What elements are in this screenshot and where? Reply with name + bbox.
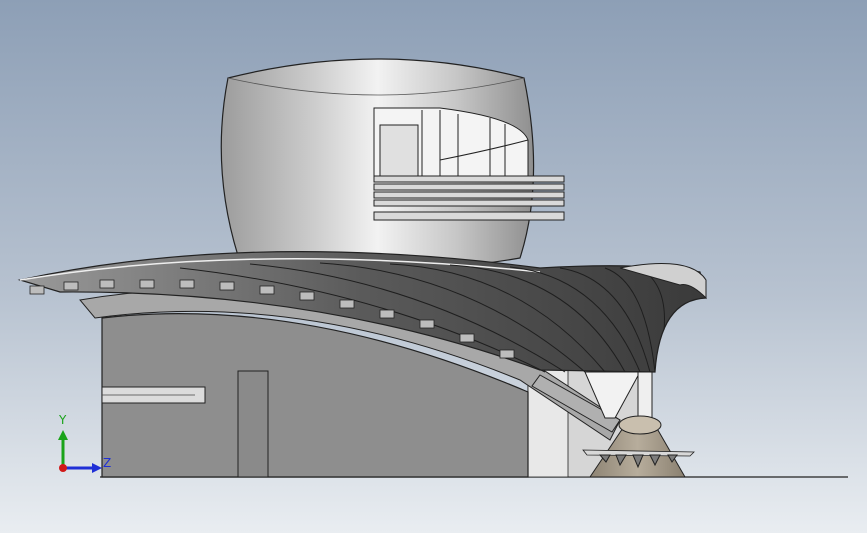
door <box>237 370 269 478</box>
model-render <box>0 0 867 533</box>
z-axis-label: Z <box>103 456 112 470</box>
balcony-door <box>379 124 419 177</box>
origin-dot <box>59 464 67 472</box>
cad-viewport[interactable]: Y Z <box>0 0 867 533</box>
y-axis-label: Y <box>59 413 67 427</box>
